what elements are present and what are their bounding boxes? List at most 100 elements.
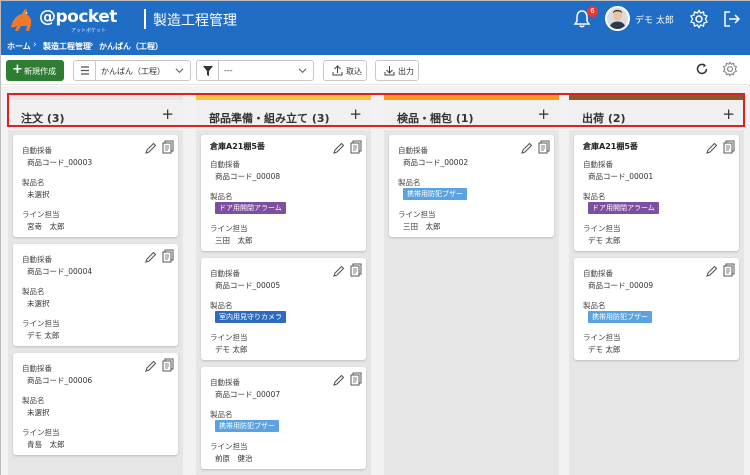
export-label: 出力 bbox=[398, 67, 414, 76]
field-label: 製品名 bbox=[398, 178, 421, 187]
notification-badge: 6 bbox=[587, 6, 598, 17]
copy-document-icon[interactable] bbox=[162, 357, 174, 372]
breadcrumb-home[interactable]: ホーム bbox=[7, 41, 31, 52]
plus-icon: + bbox=[12, 62, 23, 77]
settings-icon[interactable] bbox=[722, 61, 738, 77]
copy-document-icon[interactable] bbox=[162, 139, 174, 154]
edit-pencil-icon[interactable] bbox=[705, 140, 718, 154]
field-label: ライン担当 bbox=[210, 442, 248, 451]
copy-document-icon[interactable] bbox=[350, 371, 362, 386]
column-header: 出荷 (2) + bbox=[569, 100, 744, 130]
kanban-board: 注文 (3) + 自動採番 商品コード_00003 製品名 未選択 ライン担当 宮嵜 太郎自… bbox=[1, 86, 750, 475]
edit-pencil-icon[interactable] bbox=[144, 358, 157, 372]
copy-document-icon[interactable] bbox=[350, 139, 362, 154]
new-record-label: 新規作成 bbox=[24, 67, 56, 76]
product-tag: ドア用開閉アラーム bbox=[215, 202, 286, 214]
app-logo[interactable]: @pocket アットポケット bbox=[7, 5, 127, 34]
field-label: 自動採番 bbox=[22, 364, 52, 373]
field-label: ライン担当 bbox=[583, 333, 621, 342]
kanban-card[interactable]: 倉庫A21棚5番 自動採番 商品コード_00001 製品名 ドア用開閉アラーム ライン担当… bbox=[574, 135, 739, 251]
field-label: ライン担当 bbox=[22, 319, 60, 328]
page-title: 製造工程管理 bbox=[153, 13, 237, 29]
kanban-card[interactable]: 自動採番 商品コード_00004 製品名 未選択 ライン担当 デモ 太郎 bbox=[13, 244, 178, 346]
column-header: 検品・梱包 (1) + bbox=[384, 100, 559, 130]
column-header: 部品準備・組み立て (3) + bbox=[196, 100, 371, 130]
download-icon bbox=[384, 66, 395, 76]
edit-pencil-icon[interactable] bbox=[705, 263, 718, 277]
product-tag: 携帯用防犯ブザー bbox=[588, 311, 652, 323]
list-icon bbox=[74, 61, 96, 80]
breadcrumb-process-management[interactable]: 製造工程管理 bbox=[43, 41, 91, 52]
edit-pencil-icon[interactable] bbox=[332, 372, 345, 386]
field-label: 製品名 bbox=[210, 301, 233, 310]
kanban-card[interactable]: 自動採番 商品コード_00002 製品名 携帯用防犯ブザー ライン担当 三田 太郎 bbox=[389, 135, 554, 237]
kanban-column: 注文 (3) + 自動採番 商品コード_00003 製品名 未選択 ライン担当 宮嵜 太郎自… bbox=[8, 93, 183, 475]
field-label: 製品名 bbox=[22, 287, 45, 296]
copy-document-icon[interactable] bbox=[350, 262, 362, 277]
edit-pencil-icon[interactable] bbox=[332, 140, 345, 154]
edit-pencil-icon[interactable] bbox=[144, 249, 157, 263]
field-label: 製品名 bbox=[210, 410, 233, 419]
export-button[interactable]: 出力 bbox=[375, 60, 419, 81]
kanban-card[interactable]: 自動採番 商品コード_00006 製品名 未選択 ライン担当 青島 太郎 bbox=[13, 353, 178, 455]
line-assignee: デモ 太郎 bbox=[27, 331, 60, 340]
field-label: ライン担当 bbox=[210, 224, 248, 233]
edit-pencil-icon[interactable] bbox=[520, 140, 533, 154]
column-accent-bar bbox=[569, 93, 744, 100]
line-assignee: 前原 健治 bbox=[215, 454, 253, 463]
import-button[interactable]: 取込 bbox=[323, 60, 367, 81]
add-card-icon[interactable]: + bbox=[161, 107, 174, 122]
column-title: 検品・梱包 (1) bbox=[397, 112, 474, 125]
gear-icon[interactable] bbox=[689, 9, 709, 29]
kanban-column: 出荷 (2) + 倉庫A21棚5番 自動採番 商品コード_00001 製品名 ドア用開閉ア… bbox=[569, 93, 744, 475]
edit-pencil-icon[interactable] bbox=[332, 263, 345, 277]
filter-select-value: --- bbox=[224, 66, 233, 75]
breadcrumb-separator: › bbox=[33, 40, 37, 50]
field-label: ライン担当 bbox=[22, 210, 60, 219]
product-code: 商品コード_00006 bbox=[27, 376, 93, 385]
column-accent-bar bbox=[196, 93, 371, 100]
kanban-card[interactable]: 自動採番 商品コード_00009 製品名 携帯用防犯ブザー ライン担当 デモ 太郎 bbox=[574, 258, 739, 360]
copy-document-icon[interactable] bbox=[723, 139, 735, 154]
upload-icon bbox=[332, 65, 343, 76]
copy-document-icon[interactable] bbox=[723, 262, 735, 277]
refresh-icon[interactable] bbox=[695, 62, 709, 76]
product-code: 商品コード_00003 bbox=[27, 158, 93, 167]
product-code: 商品コード_00005 bbox=[215, 281, 281, 290]
user-name[interactable]: デモ 太郎 bbox=[635, 13, 674, 26]
filter-select[interactable]: --- bbox=[196, 60, 314, 81]
avatar[interactable] bbox=[605, 6, 630, 31]
column-title: 部品準備・組み立て (3) bbox=[209, 112, 330, 125]
line-assignee: デモ 太郎 bbox=[588, 236, 621, 245]
add-card-icon[interactable]: + bbox=[537, 107, 550, 122]
field-label: 製品名 bbox=[210, 192, 233, 201]
add-card-icon[interactable]: + bbox=[722, 107, 735, 122]
product-name: 未選択 bbox=[27, 190, 50, 199]
product-tag: 携帯用防犯ブザー bbox=[215, 420, 279, 432]
toolbar: + 新規作成 かんばん（工程） --- 取込 出力 bbox=[1, 55, 750, 85]
edit-pencil-icon[interactable] bbox=[144, 140, 157, 154]
new-record-button[interactable]: + 新規作成 bbox=[6, 60, 64, 81]
product-code: 商品コード_00007 bbox=[215, 390, 281, 399]
field-label: 製品名 bbox=[583, 301, 606, 310]
kanban-card[interactable]: 自動採番 商品コード_00007 製品名 携帯用防犯ブザー ライン担当 前原 健治 bbox=[201, 367, 366, 469]
product-tag: 携帯用防犯ブザー bbox=[403, 188, 467, 200]
field-label: ライン担当 bbox=[583, 224, 621, 233]
field-label: 製品名 bbox=[583, 192, 606, 201]
view-select[interactable]: かんばん（工程） bbox=[73, 60, 191, 81]
logout-icon[interactable] bbox=[722, 9, 742, 29]
product-tag: 室内用見守りカメラ bbox=[215, 311, 286, 323]
copy-document-icon[interactable] bbox=[538, 139, 550, 154]
kanban-card[interactable]: 自動採番 商品コード_00005 製品名 室内用見守りカメラ ライン担当 デモ 太郎 bbox=[201, 258, 366, 360]
product-code: 商品コード_00001 bbox=[588, 172, 654, 181]
kanban-card[interactable]: 自動採番 商品コード_00003 製品名 未選択 ライン担当 宮嵜 太郎 bbox=[13, 135, 178, 237]
kanban-card[interactable]: 倉庫A21棚5番 自動採番 商品コード_00008 製品名 ドア用開閉アラーム ライン担当… bbox=[201, 135, 366, 251]
add-card-icon[interactable]: + bbox=[349, 107, 362, 122]
field-label: 自動採番 bbox=[22, 255, 52, 264]
copy-document-icon[interactable] bbox=[162, 248, 174, 263]
card-location: 倉庫A21棚5番 bbox=[583, 142, 638, 151]
field-label: 製品名 bbox=[22, 178, 45, 187]
field-label: 自動採番 bbox=[398, 146, 428, 155]
user-photo-icon bbox=[607, 8, 628, 29]
column-accent-bar bbox=[384, 93, 559, 100]
